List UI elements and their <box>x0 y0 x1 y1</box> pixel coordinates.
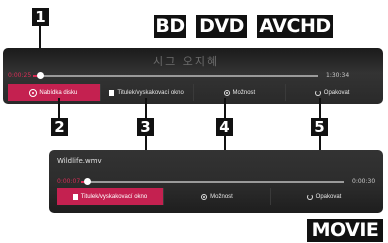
callout-2: 2 <box>51 118 68 136</box>
callout-4-leader <box>224 98 226 118</box>
callout-3-leader <box>145 98 147 118</box>
bottom-elapsed-time: 0:00:07 <box>57 178 81 185</box>
disc-menu-button[interactable]: Nabídka disku <box>8 84 101 101</box>
bottom-total-time: 0:00:30 <box>352 178 376 185</box>
subtitle-popup-label: Titulek/vyskakovací okno <box>117 89 184 96</box>
option-button[interactable]: Možnost <box>194 84 287 101</box>
top-progress-knob[interactable] <box>37 72 44 79</box>
subtitle-popup-label: Titulek/vyskakovací okno <box>80 193 148 200</box>
disc-menu-label: Nabídka disku <box>39 89 78 96</box>
movie-format-label: MOVIE <box>307 219 383 242</box>
callout-2-leader <box>58 98 60 118</box>
callout-1: 1 <box>32 8 49 26</box>
repeat-label: Opakovat <box>315 193 342 200</box>
top-player-screen: 시그 오지혜 0:00:25 1:30:34 Nabídka disku Tit… <box>3 48 383 104</box>
repeat-button[interactable]: Opakovat <box>286 84 378 101</box>
avchd-format-label: AVCHD <box>257 15 333 38</box>
subtitle-icon <box>109 89 115 96</box>
top-elapsed-time: 0:00:25 <box>8 72 32 79</box>
top-video-title: 시그 오지혜 <box>153 55 220 68</box>
repeat-icon <box>306 193 313 200</box>
repeat-icon <box>314 89 321 96</box>
option-icon <box>201 193 208 200</box>
subtitle-popup-button[interactable]: Titulek/vyskakovací okno <box>101 84 194 101</box>
bottom-video-title: Wildlife.wmv <box>57 157 102 165</box>
top-progress-track[interactable] <box>33 75 318 77</box>
callout-4: 4 <box>216 118 233 136</box>
repeat-button[interactable]: Opakovat <box>271 188 377 205</box>
subtitle-icon <box>72 193 78 200</box>
bottom-menu-bar: Titulek/vyskakovací okno Možnost Opakova… <box>57 188 377 205</box>
callout-3: 3 <box>137 118 154 136</box>
bottom-progress-knob[interactable] <box>84 178 91 185</box>
callout-5: 5 <box>311 118 328 136</box>
callout-5-leader <box>319 98 321 118</box>
option-label: Možnost <box>210 193 233 200</box>
bottom-progress-track[interactable] <box>81 181 344 183</box>
disc-icon <box>29 88 38 97</box>
option-icon <box>223 89 230 96</box>
option-button[interactable]: Možnost <box>164 188 271 205</box>
repeat-label: Opakovat <box>323 89 350 96</box>
option-label: Možnost <box>232 89 256 96</box>
top-total-time: 1:30:34 <box>326 72 350 79</box>
dvd-format-label: DVD <box>196 15 247 38</box>
subtitle-popup-button[interactable]: Titulek/vyskakovací okno <box>57 188 164 205</box>
bottom-player-screen: Wildlife.wmv 0:00:07 0:00:30 Titulek/vys… <box>49 150 383 213</box>
bd-format-label: BD <box>154 15 186 38</box>
top-menu-bar: Nabídka disku Titulek/vyskakovací okno M… <box>8 84 378 101</box>
